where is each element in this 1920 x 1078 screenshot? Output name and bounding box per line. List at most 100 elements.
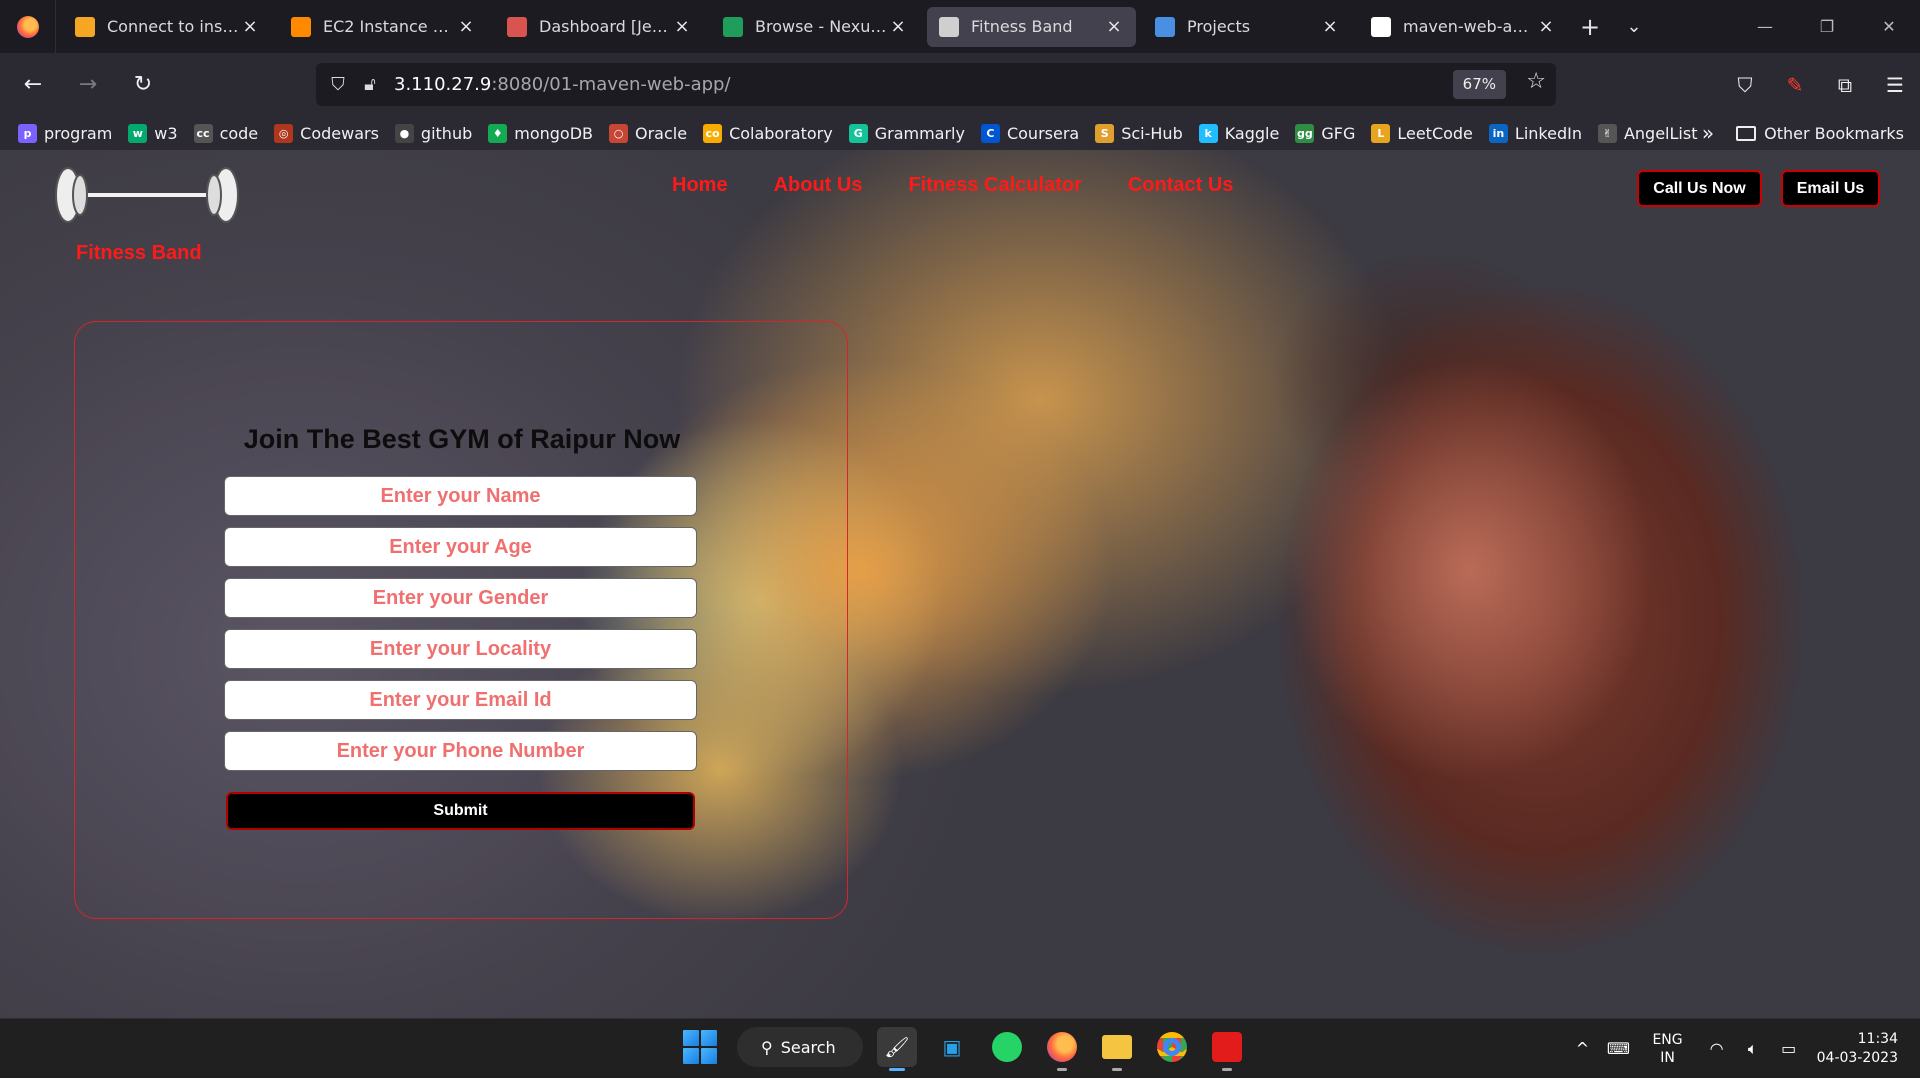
bookmark-item[interactable]: gg GFG: [1295, 123, 1356, 143]
bookmark-label: GFG: [1321, 123, 1356, 143]
zoom-indicator[interactable]: 67%: [1452, 70, 1506, 99]
call-us-button[interactable]: Call Us Now: [1637, 170, 1762, 207]
aws-cube-icon: [75, 16, 95, 37]
name-input[interactable]: [224, 476, 697, 516]
bookmark-item[interactable]: L LeetCode: [1371, 123, 1473, 143]
insecure-lock-icon[interactable]: 🔓︎: [354, 74, 386, 95]
menu-icon[interactable]: ☰: [1870, 73, 1920, 97]
taskbar-search[interactable]: ⚲ Search: [737, 1027, 863, 1067]
show-hidden-icons-chevron-icon[interactable]: ^: [1564, 1039, 1600, 1058]
more-bookmarks-chevron-icon[interactable]: »: [1702, 121, 1714, 145]
gender-input[interactable]: [224, 578, 697, 618]
remote-desktop-icon[interactable]: ▣: [932, 1027, 972, 1067]
aws-ec2-icon: [291, 16, 311, 37]
bookmark-item[interactable]: ○ Oracle: [609, 123, 687, 143]
github-icon: ●: [394, 123, 414, 143]
browser-tab[interactable]: Fitness Band ×: [927, 6, 1136, 47]
clock-time: 11:34: [1857, 1030, 1898, 1047]
paint-app-icon[interactable]: 🖌︎: [877, 1027, 917, 1071]
jenkins-icon: [507, 16, 527, 37]
firefox-menu-button[interactable]: [0, 0, 56, 53]
gfg-icon: gg: [1295, 123, 1315, 143]
bookmark-item[interactable]: cc code: [193, 123, 258, 143]
firefox-taskbar-icon[interactable]: [1042, 1027, 1082, 1071]
nav-about-link[interactable]: About Us: [774, 174, 863, 197]
battery-icon[interactable]: ▭: [1771, 1039, 1807, 1058]
close-window-button[interactable]: ✕: [1858, 0, 1920, 53]
brand-name[interactable]: Fitness Band: [76, 242, 202, 265]
tracking-protection-icon[interactable]: ⛉: [322, 74, 354, 95]
w3-icon: w: [128, 123, 148, 143]
keyboard-icon[interactable]: ⌨: [1600, 1039, 1636, 1058]
bookmark-item[interactable]: ● github: [394, 123, 473, 143]
browser-tab[interactable]: EC2 Instance Connect×: [279, 7, 488, 47]
email-input[interactable]: [224, 680, 697, 720]
minimize-button[interactable]: —: [1734, 0, 1796, 53]
firefox-icon: [16, 15, 39, 38]
back-button[interactable]: ←: [11, 65, 55, 105]
close-tab-icon[interactable]: ×: [240, 16, 260, 37]
bookmark-star-icon[interactable]: ☆: [1526, 69, 1546, 94]
language-indicator[interactable]: ENG IN: [1652, 1031, 1682, 1067]
bookmark-item[interactable]: ✌ AngelList: [1597, 123, 1697, 143]
bookmark-item[interactable]: w w3: [128, 123, 178, 143]
submit-button[interactable]: Submit: [226, 792, 695, 830]
bookmark-item[interactable]: G Grammarly: [848, 123, 965, 143]
new-tab-button[interactable]: +: [1568, 7, 1612, 47]
nav-contact-link[interactable]: Contact Us: [1128, 174, 1234, 197]
email-us-button[interactable]: Email Us: [1781, 170, 1880, 207]
browser-tab[interactable]: Dashboard [Jenkins]×: [495, 7, 704, 47]
bookmark-item[interactable]: k Kaggle: [1198, 123, 1279, 143]
bookmark-item[interactable]: p program: [18, 123, 112, 143]
bookmark-item[interactable]: in LinkedIn: [1488, 123, 1582, 143]
navigation-toolbar: ← → ↻ ⛉ 🔓︎ 3.110.27.9:8080/01-maven-web-…: [0, 53, 1920, 116]
web-page: Fitness Band Home About Us Fitness Calcu…: [0, 150, 1920, 1018]
volume-icon[interactable]: 🔈︎: [1735, 1039, 1771, 1059]
browser-tab[interactable]: Browse - Nexus Repository×: [711, 7, 920, 47]
codewars-icon: ◎: [274, 123, 294, 143]
other-bookmarks-link[interactable]: Other Bookmarks: [1764, 124, 1904, 143]
list-all-tabs-button[interactable]: ⌄: [1612, 7, 1656, 47]
nav-fitness-calculator-link[interactable]: Fitness Calculator: [908, 174, 1081, 197]
url-path: :8080/01-maven-web-app/: [491, 74, 731, 95]
pocket-icon[interactable]: ⛉: [1720, 73, 1770, 97]
chrome-icon[interactable]: [1152, 1027, 1192, 1067]
close-tab-icon[interactable]: ×: [456, 16, 476, 37]
address-bar[interactable]: ⛉ 🔓︎ 3.110.27.9:8080/01-maven-web-app/ 6…: [316, 63, 1556, 106]
bookmark-item[interactable]: C Coursera: [980, 123, 1079, 143]
close-tab-icon[interactable]: ×: [1104, 16, 1124, 37]
close-tab-icon[interactable]: ×: [888, 16, 908, 37]
age-input[interactable]: [224, 527, 697, 567]
file-explorer-icon[interactable]: [1097, 1027, 1137, 1071]
wifi-icon[interactable]: ◠: [1699, 1039, 1735, 1058]
extension-pen-icon[interactable]: ✎: [1770, 73, 1820, 97]
bookmark-item[interactable]: S Sci-Hub: [1095, 123, 1183, 143]
acrobat-icon[interactable]: [1207, 1027, 1247, 1071]
phone-input[interactable]: [224, 731, 697, 771]
bookmark-item[interactable]: co Colaboratory: [703, 123, 833, 143]
nav-home-link[interactable]: Home: [672, 174, 728, 197]
browser-tab[interactable]: Projects ×: [1143, 7, 1352, 47]
browser-tab[interactable]: maven-web-app/Jenkinsfile×: [1359, 7, 1568, 47]
bookmark-item[interactable]: ◎ Codewars: [274, 123, 379, 143]
bookmark-label: Grammarly: [874, 123, 965, 143]
reload-button[interactable]: ↻: [121, 65, 165, 105]
forward-button[interactable]: →: [66, 65, 110, 105]
start-button[interactable]: [683, 1030, 717, 1064]
bookmark-label: github: [420, 123, 473, 143]
restore-button[interactable]: ❐: [1796, 0, 1858, 53]
browser-tab[interactable]: Connect to instance×: [63, 7, 272, 47]
close-tab-icon[interactable]: ×: [672, 16, 692, 37]
whatsapp-icon[interactable]: [987, 1027, 1027, 1067]
scihub-icon: S: [1095, 123, 1115, 143]
tab-title: Browse - Nexus Repository: [755, 17, 888, 36]
system-tray: ^ ⌨ ENG IN ◠ 🔈︎ ▭ 11:34 04-03-2023: [1564, 1019, 1920, 1078]
clock[interactable]: 11:34 04-03-2023: [1817, 1030, 1898, 1068]
extensions-icon[interactable]: ⧉: [1820, 73, 1870, 97]
bookmark-item[interactable]: ♦ mongoDB: [488, 123, 593, 143]
bookmark-label: mongoDB: [514, 123, 593, 143]
form-title: Join The Best GYM of Raipur Now: [243, 424, 681, 454]
close-tab-icon[interactable]: ×: [1320, 16, 1340, 37]
locality-input[interactable]: [224, 629, 697, 669]
close-tab-icon[interactable]: ×: [1536, 16, 1556, 37]
